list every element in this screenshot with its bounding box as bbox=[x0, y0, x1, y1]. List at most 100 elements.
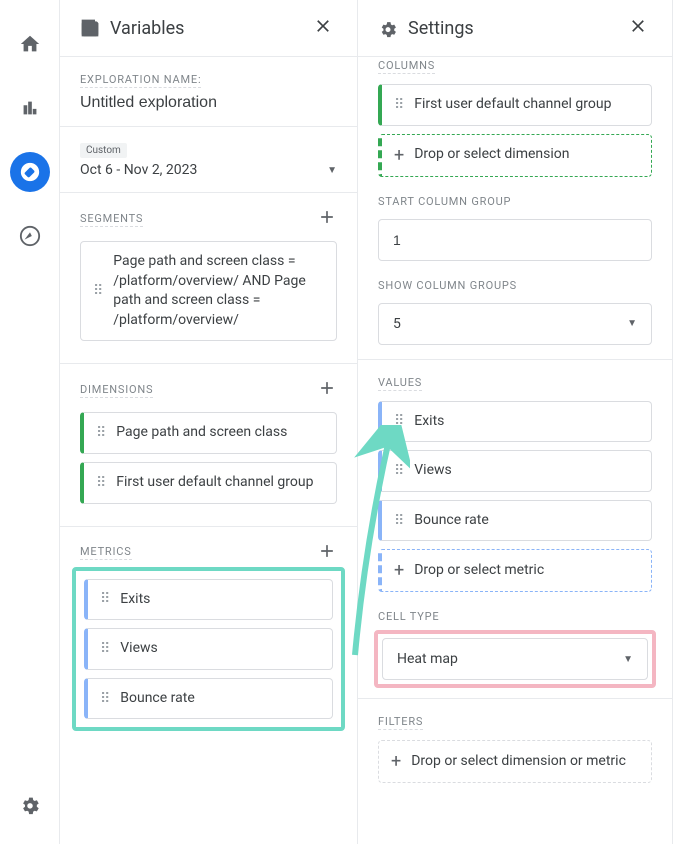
dimension-chip[interactable]: ⠿ First user default channel group bbox=[80, 462, 337, 504]
variables-header: Variables bbox=[60, 0, 357, 56]
close-icon bbox=[628, 16, 648, 36]
nav-admin[interactable] bbox=[10, 784, 50, 824]
value-text: Bounce rate bbox=[414, 511, 488, 531]
drag-handle-icon[interactable]: ⠿ bbox=[96, 475, 106, 491]
column-chip[interactable]: ⠿ First user default channel group bbox=[378, 84, 652, 126]
plus-icon: + bbox=[394, 560, 404, 581]
column-dropzone[interactable]: + Drop or select dimension bbox=[378, 134, 652, 177]
drag-handle-icon[interactable]: ⠿ bbox=[394, 413, 404, 429]
add-dimension-button[interactable] bbox=[317, 378, 337, 402]
filters-section: FILTERS + Drop or select dimension or me… bbox=[358, 698, 672, 797]
variables-panel: Variables EXPLORATION NAME: Custom Oct 6… bbox=[60, 0, 358, 844]
variables-title: Variables bbox=[110, 18, 299, 39]
segments-section: SEGMENTS ⠿ Page path and screen class = … bbox=[60, 192, 357, 363]
segment-chip[interactable]: ⠿ Page path and screen class = /platform… bbox=[80, 241, 337, 341]
start-column-label: START COLUMN GROUP bbox=[378, 195, 652, 209]
add-segment-button[interactable] bbox=[317, 207, 337, 231]
value-text: Views bbox=[414, 461, 452, 481]
value-chip[interactable]: ⠿ Views bbox=[378, 450, 652, 492]
drag-handle-icon[interactable]: ⠿ bbox=[93, 283, 103, 299]
date-range-picker[interactable]: Oct 6 - Nov 2, 2023 ▼ bbox=[80, 162, 337, 178]
gear-icon bbox=[19, 793, 41, 815]
settings-title: Settings bbox=[408, 18, 614, 39]
filters-label: FILTERS bbox=[378, 715, 423, 730]
dimension-chip[interactable]: ⠿ Page path and screen class bbox=[80, 412, 337, 454]
value-text: Exits bbox=[414, 412, 444, 432]
dimensions-label: DIMENSIONS bbox=[80, 383, 153, 398]
add-metric-button[interactable] bbox=[317, 541, 337, 565]
start-column-input[interactable] bbox=[378, 219, 652, 261]
segments-label: SEGMENTS bbox=[80, 212, 143, 227]
exploration-name-section: EXPLORATION NAME: bbox=[60, 56, 357, 126]
chevron-down-icon: ▼ bbox=[327, 165, 337, 176]
metric-chip[interactable]: ⠿ Bounce rate bbox=[84, 678, 333, 720]
cell-type-highlight: Heat map ▼ bbox=[374, 630, 656, 688]
reports-icon bbox=[19, 97, 41, 119]
home-icon bbox=[19, 33, 41, 55]
plus-icon bbox=[317, 207, 337, 227]
drag-handle-icon[interactable]: ⠿ bbox=[100, 641, 110, 657]
dimension-text: First user default channel group bbox=[116, 473, 313, 493]
plus-icon: + bbox=[391, 751, 401, 772]
nav-explore[interactable] bbox=[10, 152, 50, 192]
column-text: First user default channel group bbox=[414, 95, 611, 115]
chevron-down-icon: ▼ bbox=[627, 318, 637, 329]
show-column-label: SHOW COLUMN GROUPS bbox=[378, 279, 652, 293]
value-chip[interactable]: ⠿ Exits bbox=[378, 401, 652, 443]
values-dropzone[interactable]: + Drop or select metric bbox=[378, 549, 652, 592]
variables-icon bbox=[80, 18, 100, 38]
metrics-highlight: ⠿ Exits ⠿ Views ⠿ Bounce rate bbox=[72, 567, 345, 732]
chevron-down-icon: ▼ bbox=[623, 654, 633, 665]
drag-handle-icon[interactable]: ⠿ bbox=[394, 463, 404, 479]
plus-icon bbox=[317, 541, 337, 561]
cell-type-label: CELL TYPE bbox=[378, 610, 652, 624]
metric-chip[interactable]: ⠿ Exits bbox=[84, 579, 333, 621]
nav-rail bbox=[0, 0, 60, 844]
columns-section: COLUMNS ⠿ First user default channel gro… bbox=[358, 56, 672, 359]
date-range-section[interactable]: Custom Oct 6 - Nov 2, 2023 ▼ bbox=[60, 126, 357, 192]
columns-label: COLUMNS bbox=[378, 59, 435, 74]
metric-text: Exits bbox=[120, 590, 150, 610]
dimension-text: Page path and screen class bbox=[116, 423, 287, 443]
dropzone-text: Drop or select dimension bbox=[414, 145, 569, 165]
metrics-label: METRICS bbox=[80, 545, 132, 560]
filters-dropzone[interactable]: + Drop or select dimension or metric bbox=[378, 740, 652, 783]
dropzone-text: Drop or select metric bbox=[414, 561, 544, 581]
drag-handle-icon[interactable]: ⠿ bbox=[100, 691, 110, 707]
close-settings-button[interactable] bbox=[624, 12, 652, 44]
explore-icon bbox=[19, 161, 41, 183]
nav-advertising[interactable] bbox=[10, 216, 50, 256]
dimensions-section: DIMENSIONS ⠿ Page path and screen class … bbox=[60, 363, 357, 525]
nav-home[interactable] bbox=[10, 24, 50, 64]
gear-icon bbox=[378, 18, 398, 38]
date-range-text: Oct 6 - Nov 2, 2023 bbox=[80, 162, 197, 178]
drag-handle-icon[interactable]: ⠿ bbox=[394, 97, 404, 113]
settings-panel: Settings COLUMNS ⠿ First user default ch… bbox=[358, 0, 673, 844]
exploration-name-label: EXPLORATION NAME: bbox=[80, 73, 201, 88]
close-variables-button[interactable] bbox=[309, 12, 337, 44]
cell-type-select[interactable]: Heat map ▼ bbox=[382, 638, 648, 680]
exploration-name-input[interactable] bbox=[80, 94, 337, 112]
metrics-section: METRICS ⠿ Exits ⠿ Views ⠿ Bounce rate bbox=[60, 526, 357, 738]
dropzone-text: Drop or select dimension or metric bbox=[411, 752, 626, 772]
nav-reports[interactable] bbox=[10, 88, 50, 128]
metric-text: Views bbox=[120, 639, 158, 659]
values-section: VALUES ⠿ Exits ⠿ Views ⠿ Bounce rate + D… bbox=[358, 359, 672, 699]
plus-icon bbox=[317, 378, 337, 398]
drag-handle-icon[interactable]: ⠿ bbox=[394, 513, 404, 529]
value-chip[interactable]: ⠿ Bounce rate bbox=[378, 500, 652, 542]
cell-type-value: Heat map bbox=[397, 651, 458, 667]
drag-handle-icon[interactable]: ⠿ bbox=[100, 591, 110, 607]
show-column-select[interactable]: 5 ▼ bbox=[378, 303, 652, 345]
close-icon bbox=[313, 16, 333, 36]
target-icon bbox=[19, 225, 41, 247]
segment-text: Page path and screen class = /platform/o… bbox=[113, 252, 324, 330]
show-column-value: 5 bbox=[393, 316, 401, 332]
plus-icon: + bbox=[394, 145, 404, 166]
metric-chip[interactable]: ⠿ Views bbox=[84, 628, 333, 670]
metric-text: Bounce rate bbox=[120, 689, 194, 709]
date-type-chip: Custom bbox=[80, 143, 127, 158]
values-label: VALUES bbox=[378, 376, 422, 391]
drag-handle-icon[interactable]: ⠿ bbox=[96, 425, 106, 441]
settings-header: Settings bbox=[358, 0, 672, 56]
